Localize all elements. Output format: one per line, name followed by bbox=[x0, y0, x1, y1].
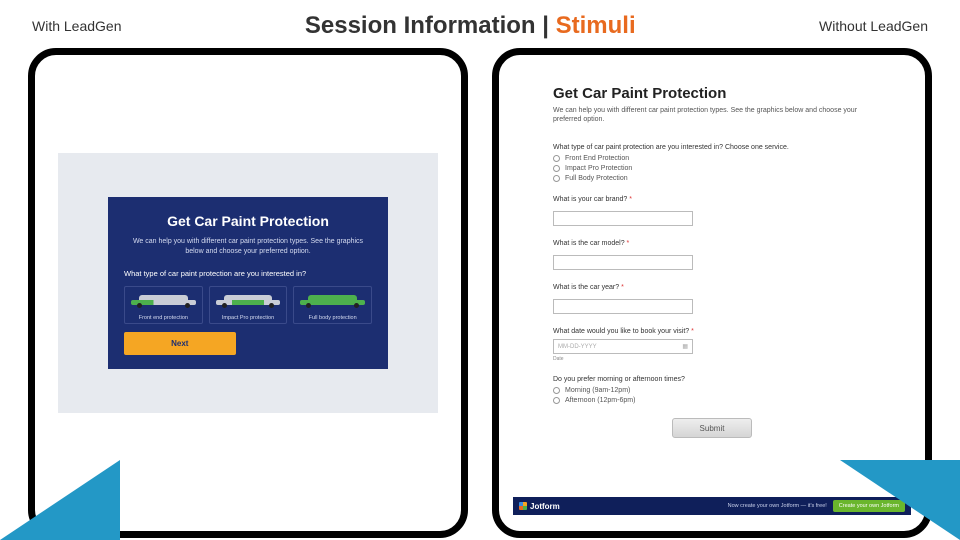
option-label: Impact Pro protection bbox=[212, 315, 285, 321]
radio-icon bbox=[553, 175, 560, 182]
slide-title: Session Information | Stimuli bbox=[305, 12, 636, 40]
q1-label: What type of car paint protection are yo… bbox=[553, 144, 871, 151]
q1-protection-type: What type of car paint protection are yo… bbox=[553, 144, 871, 182]
calendar-icon: ▦ bbox=[682, 343, 688, 350]
car-icon bbox=[212, 291, 285, 309]
radio-label: Impact Pro Protection bbox=[565, 165, 632, 172]
footer-tagline: Now create your own Jotform — it's free! bbox=[728, 503, 827, 509]
car-brand-input[interactable] bbox=[553, 211, 693, 226]
leadgen-question: What type of car paint protection are yo… bbox=[124, 269, 372, 278]
with-leadgen-label: With LeadGen bbox=[32, 18, 122, 34]
car-icon bbox=[296, 291, 369, 309]
date-hint: Date bbox=[553, 356, 871, 362]
radio-icon bbox=[553, 387, 560, 394]
option-label: Full body protection bbox=[296, 315, 369, 321]
car-year-input[interactable] bbox=[553, 299, 693, 314]
jotform-form: Get Car Paint Protection We can help you… bbox=[499, 55, 925, 448]
leadgen-canvas: Get Car Paint Protection We can help you… bbox=[58, 153, 438, 413]
leadgen-title: Get Car Paint Protection bbox=[124, 213, 372, 229]
q5-label: What date would you like to book your vi… bbox=[553, 328, 871, 335]
leadgen-card: Get Car Paint Protection We can help you… bbox=[108, 197, 388, 369]
jotform-logo-icon bbox=[519, 502, 527, 510]
q4-label: What is the car year? bbox=[553, 284, 871, 291]
q3-label: What is the car model? bbox=[553, 240, 871, 247]
q2-label: What is your car brand? bbox=[553, 196, 871, 203]
q6-time-pref: Do you prefer morning or afternoon times… bbox=[553, 376, 871, 404]
radio-afternoon[interactable]: Afternoon (12pm-6pm) bbox=[553, 397, 871, 404]
radio-label: Front End Protection bbox=[565, 155, 629, 162]
radio-front-end[interactable]: Front End Protection bbox=[553, 155, 871, 162]
car-icon bbox=[127, 291, 200, 309]
date-input[interactable]: MM-DD-YYYY ▦ bbox=[553, 339, 693, 354]
q3-car-model: What is the car model? bbox=[553, 240, 871, 270]
option-impact-pro[interactable]: Impact Pro protection bbox=[209, 286, 288, 324]
q4-car-year: What is the car year? bbox=[553, 284, 871, 314]
radio-icon bbox=[553, 165, 560, 172]
radio-icon bbox=[553, 155, 560, 162]
radio-label: Afternoon (12pm-6pm) bbox=[565, 397, 635, 404]
radio-impact-pro[interactable]: Impact Pro Protection bbox=[553, 165, 871, 172]
date-placeholder: MM-DD-YYYY bbox=[558, 344, 597, 350]
decor-triangle-left bbox=[0, 460, 120, 540]
title-accent: Stimuli bbox=[556, 12, 636, 39]
jotform-brand-text: Jotform bbox=[530, 502, 560, 511]
q2-car-brand: What is your car brand? bbox=[553, 196, 871, 226]
jotform-logo: Jotform bbox=[519, 502, 560, 511]
radio-icon bbox=[553, 397, 560, 404]
radio-morning[interactable]: Morning (9am-12pm) bbox=[553, 387, 871, 394]
option-full-body[interactable]: Full body protection bbox=[293, 286, 372, 324]
slide-header: With LeadGen Session Information | Stimu… bbox=[0, 0, 960, 48]
car-model-input[interactable] bbox=[553, 255, 693, 270]
tablet-row: Get Car Paint Protection We can help you… bbox=[0, 48, 960, 538]
submit-button[interactable]: Submit bbox=[672, 418, 752, 438]
title-main: Session Information bbox=[305, 12, 536, 39]
decor-triangle-right bbox=[840, 460, 960, 540]
radio-label: Full Body Protection bbox=[565, 175, 628, 182]
leadgen-options: Front end protection Impact Pro protecti… bbox=[124, 286, 372, 324]
jotform-subtitle: We can help you with different car paint… bbox=[553, 106, 871, 124]
radio-label: Morning (9am-12pm) bbox=[565, 387, 630, 394]
leadgen-subtitle: We can help you with different car paint… bbox=[124, 237, 372, 257]
next-button[interactable]: Next bbox=[124, 332, 236, 355]
q5-visit-date: What date would you like to book your vi… bbox=[553, 328, 871, 362]
option-front-end[interactable]: Front end protection bbox=[124, 286, 203, 324]
option-label: Front end protection bbox=[127, 315, 200, 321]
jotform-title: Get Car Paint Protection bbox=[553, 85, 871, 102]
title-separator: | bbox=[536, 12, 556, 39]
radio-full-body[interactable]: Full Body Protection bbox=[553, 175, 871, 182]
without-leadgen-label: Without LeadGen bbox=[819, 18, 928, 34]
q6-label: Do you prefer morning or afternoon times… bbox=[553, 376, 871, 383]
